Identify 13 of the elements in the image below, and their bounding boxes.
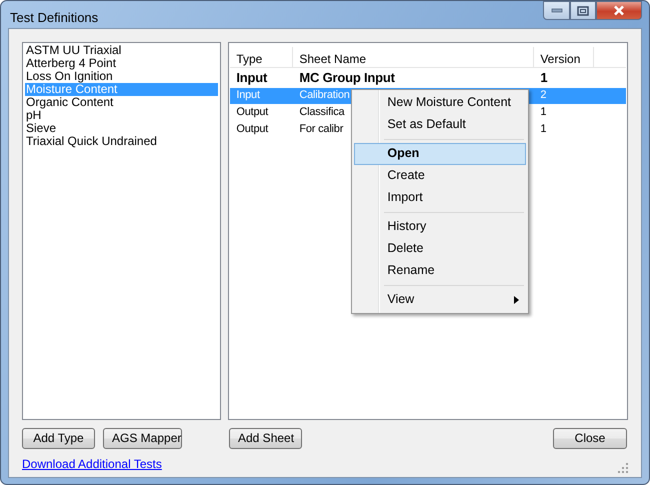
table-cell: Input <box>236 70 268 85</box>
table-cell: For calibr <box>299 123 344 136</box>
table-cell: Input <box>236 89 260 102</box>
table-cell: 1 <box>540 106 546 118</box>
table-cell: Calibration <box>299 89 350 102</box>
table-cell: MC Group Input <box>299 70 395 85</box>
table-cell: 2 <box>540 89 546 102</box>
table-cell: 1 <box>540 70 548 85</box>
table-cell: Output <box>236 106 268 118</box>
table-cell: Classifica <box>299 106 344 118</box>
window-title: Test Definitions <box>10 9 98 27</box>
table-cell: Output <box>236 123 268 136</box>
table-cell: 1 <box>540 123 546 136</box>
